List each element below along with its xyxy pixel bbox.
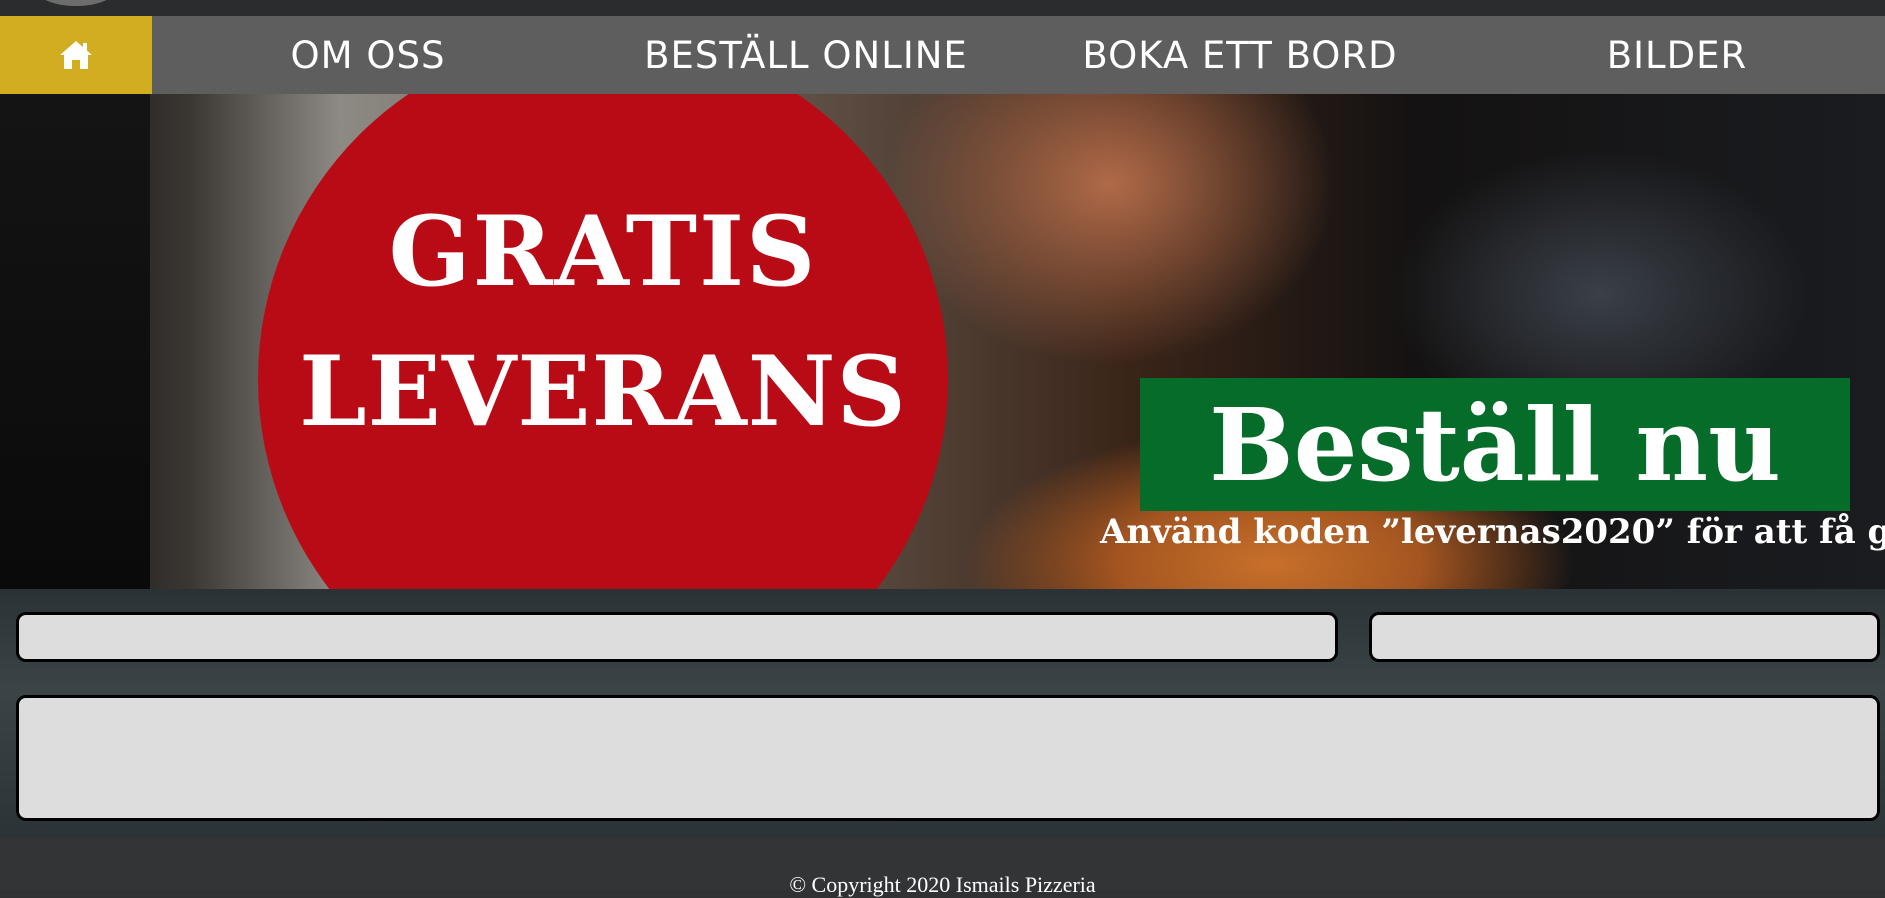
content-panel-wide: [16, 612, 1338, 662]
hero-banner: GRATIS LEVERANS Beställ nu Använd koden …: [0, 94, 1885, 589]
footer: © Copyright 2020 Ismails Pizzeria: [0, 837, 1885, 897]
promo-code-text: Använd koden ”levernas2020” för att få g…: [1100, 512, 1885, 552]
content-panel-narrow: [1369, 612, 1880, 662]
top-strip: [0, 0, 1885, 16]
nav-item-bestall-online[interactable]: BESTÄLL ONLINE: [608, 16, 1004, 94]
hero-background-shadow: [0, 94, 150, 589]
order-now-button[interactable]: Beställ nu: [1140, 378, 1850, 511]
home-button[interactable]: [0, 16, 152, 94]
badge-line-1: GRATIS: [388, 195, 818, 308]
copyright-text: © Copyright 2020 Ismails Pizzeria: [789, 872, 1096, 897]
content-panel-large: [16, 695, 1880, 821]
nav-item-bilder[interactable]: BILDER: [1560, 16, 1794, 94]
nav-item-boka-ett-bord[interactable]: BOKA ETT BORD: [1052, 16, 1428, 94]
logo-edge: [36, 0, 116, 6]
home-icon: [60, 41, 92, 69]
content-area: [0, 589, 1885, 837]
nav-item-om-oss[interactable]: OM OSS: [248, 16, 488, 94]
badge-line-2: LEVERANS: [299, 335, 907, 448]
